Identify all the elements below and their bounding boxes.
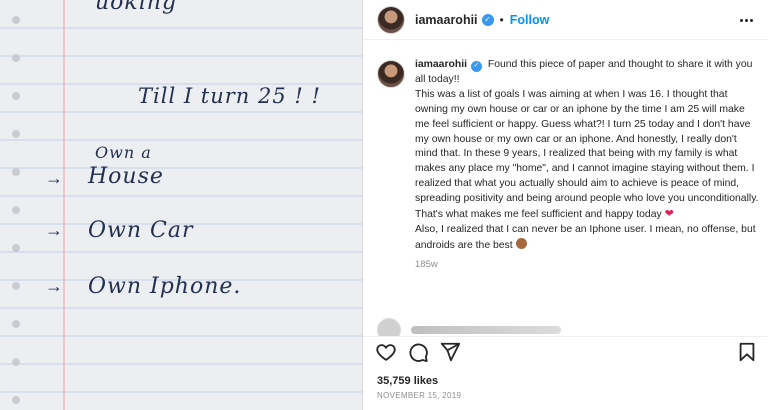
caption: iamaarohii ✓ Found this piece of paper an… [377,58,762,273]
handwritten-goal: House [88,164,164,189]
caption-text: Found this piece of paper and thought to… [415,59,759,221]
follow-button[interactable]: Follow [510,13,550,27]
save-button[interactable] [736,341,760,365]
share-icon [440,342,461,362]
caption-text-2: Also, I realized that I can never be an … [415,223,759,251]
comment-text-placeholder [411,326,561,334]
post-header: iamaarohii ✓ • Follow [363,0,768,40]
more-options-icon[interactable] [736,10,756,30]
caption-text-block: iamaarohii ✓ Found this piece of paper an… [415,58,760,254]
handwritten-goal: Own Car [88,218,194,243]
caption-body: iamaarohii ✓ Found this piece of paper an… [415,58,760,273]
ruled-paper [0,0,362,410]
monkey-emoji-icon [515,237,527,249]
heart-emoji-icon: ❤ [664,208,674,221]
avatar[interactable] [377,5,405,34]
instagram-post: uoking Till I turn 25 ! ! Own a → → → Ho… [0,0,768,410]
comment-icon [409,343,428,363]
arrow-icon: → [45,220,63,240]
post-details-pane: iamaarohii ✓ • Follow iamaarohii ✓ Found … [363,0,768,410]
post-photo[interactable]: uoking Till I turn 25 ! ! Own a → → → Ho… [0,0,363,410]
action-bar [363,336,768,366]
share-button[interactable] [439,341,463,365]
post-age: 185w [415,258,438,270]
caption-username[interactable]: iamaarohii [415,59,467,70]
arrow-icon: → [45,168,63,188]
like-button[interactable] [375,341,399,365]
likes-count[interactable]: 35,759 likes [377,375,438,387]
verified-badge-icon: ✓ [481,13,494,26]
comment-preview[interactable] [377,318,561,336]
heart-icon [376,344,396,361]
avatar[interactable] [377,60,405,88]
bookmark-icon [739,342,755,362]
handwritten-goal: Own Iphone. [88,274,242,299]
avatar[interactable] [377,318,401,336]
handwritten-title: Till I turn 25 ! ! [138,84,321,108]
handwritten-prefix: Own a [95,143,152,162]
comment-button[interactable] [407,341,431,365]
handwritten-top-text: uoking [95,0,178,15]
author-username[interactable]: iamaarohii [415,13,478,27]
separator-dot: • [499,12,504,27]
post-date: NOVEMBER 15, 2019 [377,391,462,400]
verified-badge-icon: ✓ [470,60,482,72]
arrow-icon: → [45,276,63,296]
comments-section[interactable]: iamaarohii ✓ Found this piece of paper an… [363,50,768,336]
